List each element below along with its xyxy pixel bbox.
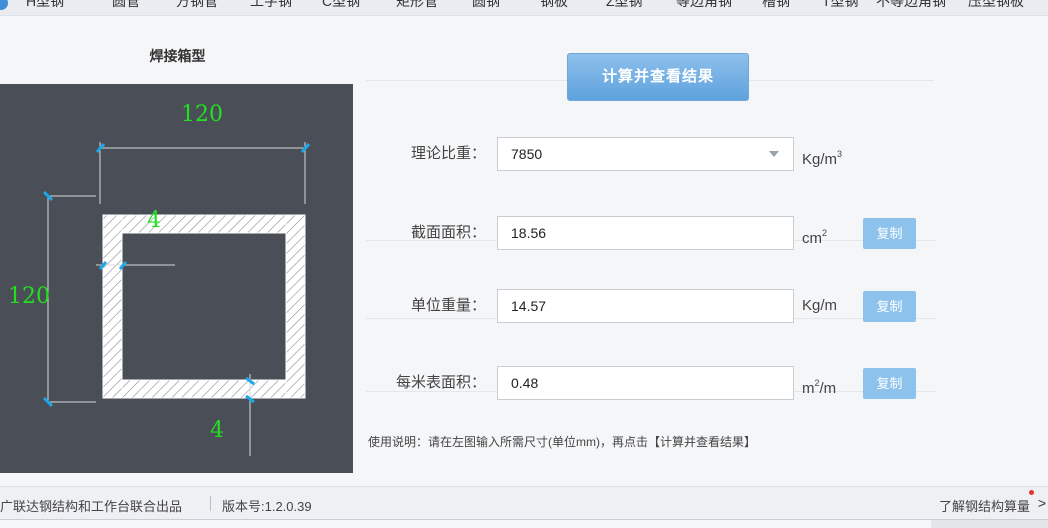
bottom-tab (931, 520, 1048, 528)
nav-item-unequal-angle[interactable]: 不等边角钢 (876, 0, 946, 11)
width-dimension-label[interactable]: 120 (181, 102, 223, 127)
density-select[interactable]: 7850 (497, 137, 794, 171)
area-row: 截面面积： 18.56 cm2 复制 (366, 216, 936, 319)
footer-credit: 广联达钢结构和工作台联合出品 (0, 499, 183, 514)
notification-dot-icon (1029, 490, 1034, 495)
area-unit: cm2 (802, 216, 827, 250)
top-nav: H型钢 圆管 方钢管 工字钢 C型钢 矩形管 圆钢 钢板 Z型钢 等边角钢 槽钢… (0, 0, 1048, 16)
copy-area-button[interactable]: 复制 (863, 218, 916, 249)
copy-weight-button[interactable]: 复制 (863, 291, 916, 322)
chevron-right-icon[interactable]: > (1038, 495, 1046, 511)
area-unit-base: cm (802, 230, 822, 247)
usage-instructions: 使用说明：请在左图输入所需尺寸(单位mm)，再点击【计算并查看结果】 (368, 435, 756, 449)
copy-surface-button[interactable]: 复制 (863, 368, 916, 399)
area-label: 截面面积： (410, 224, 486, 241)
density-label: 理论比重： (410, 145, 486, 162)
calculate-button[interactable]: 计算并查看结果 (567, 53, 749, 101)
section-diagram: 120 120 4 4 (0, 84, 353, 473)
density-row: 理论比重： 7850 Kg/m3 (366, 137, 936, 241)
nav-item-rect-tube[interactable]: 矩形管 (396, 0, 438, 11)
surface-unit-tail: /m (819, 380, 837, 397)
height-dimension-label[interactable]: 120 (8, 284, 50, 309)
weight-label: 单位重量： (410, 297, 486, 314)
nav-dot-icon (0, 0, 8, 10)
surface-field[interactable]: 0.48 (497, 366, 794, 400)
bottom-strip (0, 520, 1048, 528)
nav-item-channel[interactable]: 槽钢 (762, 0, 790, 11)
footer-bar: 广联达钢结构和工作台联合出品 版本号:1.2.0.39 了解钢结构算量 > (0, 486, 1048, 520)
surface-label: 每米表面积： (395, 374, 486, 391)
nav-item-square-tube[interactable]: 方钢管 (176, 0, 218, 11)
density-unit: Kg/m3 (802, 137, 842, 171)
main-content: 焊接箱型 120 120 4 4 计算并查看结果 理论比重： 7850 Kg/m… (0, 16, 1048, 486)
nav-item-i-beam[interactable]: 工字钢 (250, 0, 292, 11)
nav-item-c-steel[interactable]: C型钢 (322, 0, 360, 11)
area-unit-sup: 2 (822, 228, 828, 238)
weight-row: 单位重量： 14.57 Kg/m 复制 (366, 289, 936, 392)
weight-unit: Kg/m (802, 297, 838, 314)
diagram-title: 焊接箱型 (149, 48, 206, 64)
density-unit-base: Kg/m (802, 151, 838, 168)
box-section-drawing (42, 142, 311, 456)
density-unit-sup: 3 (837, 149, 843, 159)
density-value: 7850 (511, 146, 543, 162)
nav-item-profiled-plate[interactable]: 压型钢板 (968, 0, 1024, 11)
surface-unit: m2/m (802, 366, 836, 400)
nav-item-t-steel[interactable]: T型钢 (822, 0, 859, 11)
nav-item-equal-angle[interactable]: 等边角钢 (676, 0, 732, 11)
footer-version: 版本号:1.2.0.39 (222, 499, 312, 514)
nav-item-round-bar[interactable]: 圆钢 (472, 0, 500, 11)
chevron-down-icon[interactable] (769, 151, 779, 157)
surface-unit-base: m (802, 380, 815, 397)
web-thickness-label[interactable]: 4 (147, 208, 161, 233)
nav-item-z-steel[interactable]: Z型钢 (606, 0, 643, 11)
area-field[interactable]: 18.56 (497, 216, 794, 250)
nav-item-h-steel[interactable]: H型钢 (26, 0, 64, 11)
flange-thickness-label[interactable]: 4 (210, 418, 224, 443)
footer-divider (210, 496, 211, 511)
nav-item-round-tube[interactable]: 圆管 (112, 0, 140, 11)
nav-item-plate[interactable]: 钢板 (540, 0, 568, 11)
learn-more-link[interactable]: 了解钢结构算量 (939, 496, 1030, 515)
weight-field[interactable]: 14.57 (497, 289, 794, 323)
